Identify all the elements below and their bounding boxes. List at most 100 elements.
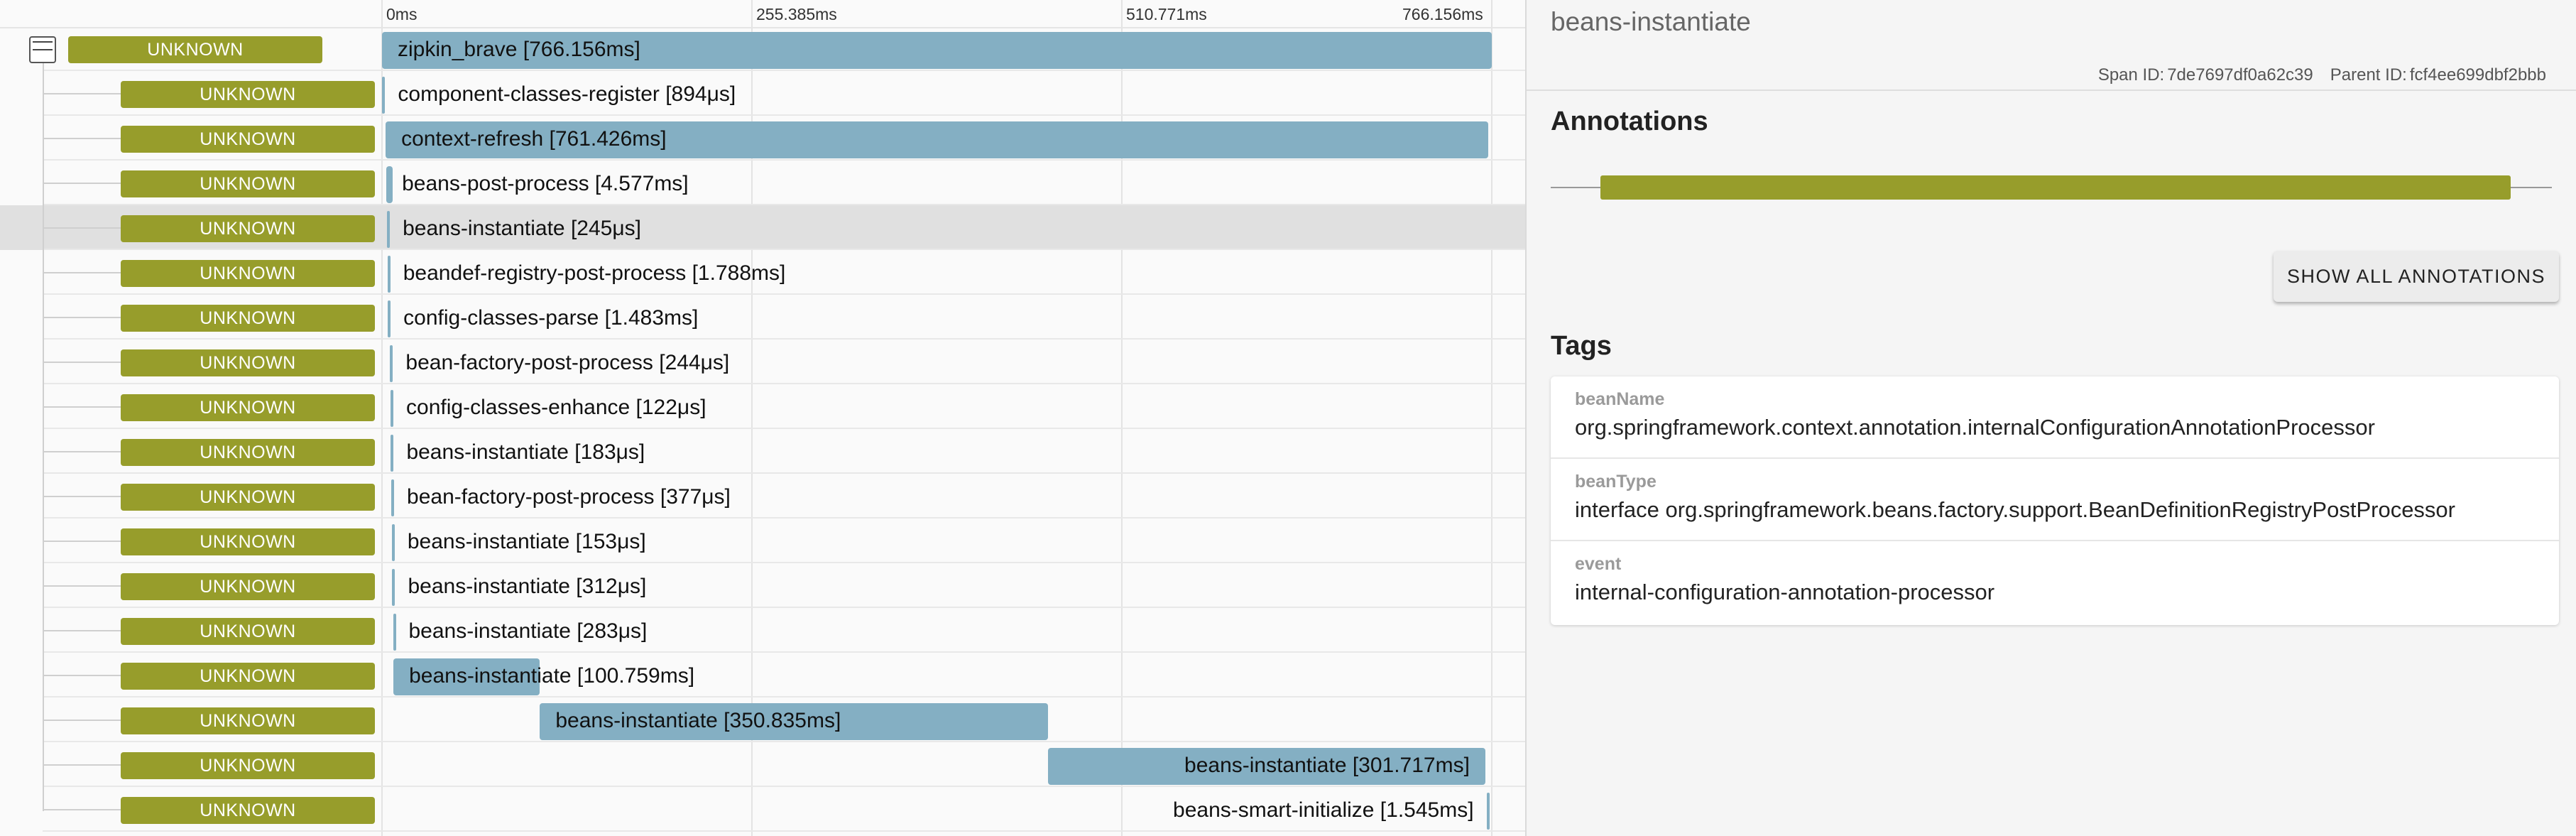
span-row[interactable]: UNKNOWN bean-factory-post-process [244μs] [0,340,1525,384]
span-row[interactable]: UNKNOWN bean-factory-post-process [377μs] [0,474,1525,519]
tag-key: beanType [1575,472,1657,492]
span-label: beans-smart-initialize [1.545ms] [1173,798,1474,822]
span-row[interactable]: UNKNOWN beans-instantiate [100.759ms] [0,653,1525,697]
tag-row: beanType interface org.springframework.b… [1551,459,2559,541]
tree-branch [43,809,121,810]
tree-branch [43,362,121,363]
axis-tick-label: 766.156ms [1402,5,1483,23]
span-label: bean-factory-post-process [244μs] [405,351,730,374]
span-bar[interactable] [390,345,393,382]
span-bar[interactable] [391,524,395,561]
collapse-toggle-icon[interactable] [29,36,56,63]
service-badge: UNKNOWN [121,528,375,555]
tag-value: org.springframework.context.annotation.i… [1575,415,2375,440]
service-badge: UNKNOWN [121,305,375,332]
annotation-timeline-bar[interactable] [1600,175,2511,200]
span-detail-panel: beans-instantiate Span ID: 7de7697df0a62c… [1525,0,2576,836]
tree-branch [43,451,121,452]
tree-branch [43,541,121,542]
service-badge: UNKNOWN [121,573,375,600]
service-badge: UNKNOWN [121,81,375,108]
span-label: zipkin_brave [766.156ms] [398,38,640,61]
service-badge: UNKNOWN [121,349,375,376]
span-row[interactable]: UNKNOWN beans-instantiate [350.835ms] [0,697,1525,742]
span-label: config-classes-enhance [122μs] [406,396,706,419]
tree-branch [43,496,121,497]
service-badge: UNKNOWN [121,484,375,511]
tree-branch [43,272,121,273]
span-label: config-classes-parse [1.483ms] [403,306,699,330]
span-row[interactable]: UNKNOWN beans-instantiate [153μs] [0,519,1525,563]
span-label: beans-instantiate [283μs] [408,619,648,643]
tree-branch [43,227,121,229]
span-label: beans-instantiate [245μs] [403,217,641,240]
service-badge: UNKNOWN [121,707,375,734]
axis-tick-label: 255.385ms [756,5,837,23]
parent-id-label: Parent ID: [2330,65,2407,85]
show-all-annotations-button[interactable]: SHOW ALL ANNOTATIONS [2274,251,2559,302]
axis-tick-label: 0ms [386,5,417,23]
span-bar[interactable] [388,300,391,337]
span-label: beans-post-process [4.577ms] [402,172,689,195]
tree-branch [43,317,121,318]
service-badge: UNKNOWN [121,215,375,242]
span-bar[interactable] [393,614,396,651]
span-row[interactable]: UNKNOWN beans-instantiate [312μs] [0,563,1525,608]
service-badge: UNKNOWN [121,663,375,690]
annotations-title: Annotations [1551,107,1708,136]
span-id-label: Span ID: [2097,65,2165,85]
service-badge: UNKNOWN [121,752,375,779]
span-row[interactable]: UNKNOWN beandef-registry-post-process [1.… [0,250,1525,295]
service-badge: UNKNOWN [121,797,375,824]
tags-title: Tags [1551,331,1612,361]
span-bar[interactable] [382,77,386,114]
tree-branch [43,720,121,721]
span-label: beans-instantiate [100.759ms] [409,664,695,688]
service-badge: UNKNOWN [121,126,375,153]
span-label: beans-instantiate [153μs] [407,530,646,553]
span-row[interactable]: UNKNOWN context-refresh [761.426ms] [0,116,1525,161]
service-badge: UNKNOWN [121,394,375,421]
span-row[interactable]: UNKNOWN beans-smart-initialize [1.545ms] [0,787,1525,832]
span-row[interactable]: UNKNOWN beans-instantiate [301.717ms] [0,742,1525,787]
span-row[interactable]: UNKNOWN beans-instantiate [183μs] [0,429,1525,474]
span-row[interactable]: UNKNOWN config-classes-parse [1.483ms] [0,295,1525,340]
span-bar[interactable] [391,435,394,472]
service-badge: UNKNOWN [68,36,322,63]
tree-branch [43,138,121,139]
span-row[interactable]: UNKNOWN beans-post-process [4.577ms] [0,161,1525,205]
tag-key: event [1575,554,1622,574]
tree-branch [43,585,121,587]
span-row[interactable]: UNKNOWN beans-instantiate [245μs] [0,205,1525,250]
tag-key: beanName [1575,389,1665,409]
span-bar[interactable] [391,479,395,516]
axis-tick-label: 510.771ms [1126,5,1207,23]
span-ids: Span ID: 7de7697df0a62c39 Parent ID: fcf4e… [2095,65,2546,85]
span-label: beandef-registry-post-process [1.788ms] [403,261,786,285]
tree-branch [43,183,121,184]
span-row[interactable]: UNKNOWN component-classes-register [894μs… [0,71,1525,116]
span-bar[interactable] [386,166,393,203]
span-bar[interactable] [387,211,391,248]
tree-branch [43,764,121,766]
span-bar[interactable] [1486,793,1490,830]
detail-header: beans-instantiate Span ID: 7de7697df0a62c… [1527,0,2576,91]
tree-branch [43,406,121,408]
span-label: context-refresh [761.426ms] [401,127,667,151]
span-label: component-classes-register [894μs] [398,82,736,106]
tag-row: event internal-configuration-annotation-… [1551,541,2559,624]
span-row[interactable]: UNKNOWN zipkin_brave [766.156ms] [0,26,1525,71]
span-label: beans-instantiate [301.717ms] [1184,754,1470,777]
tree-branch [43,630,121,631]
tags-card: beanName org.springframework.context.ann… [1551,376,2559,625]
span-row[interactable]: UNKNOWN config-classes-enhance [122μs] [0,384,1525,429]
trace-timeline: 0ms 255.385ms 510.771ms 766.156ms UNKNOWN zi… [0,0,1525,836]
tag-row: beanName org.springframework.context.ann… [1551,376,2559,459]
row-divider [43,830,1525,832]
span-bar[interactable] [391,390,394,427]
span-bar[interactable] [392,569,395,606]
span-bar[interactable] [387,256,391,293]
parent-id-value: fcf4ee699dbf2bbb [2409,65,2546,85]
span-label: beans-instantiate [183μs] [406,440,645,464]
span-row[interactable]: UNKNOWN beans-instantiate [283μs] [0,608,1525,653]
